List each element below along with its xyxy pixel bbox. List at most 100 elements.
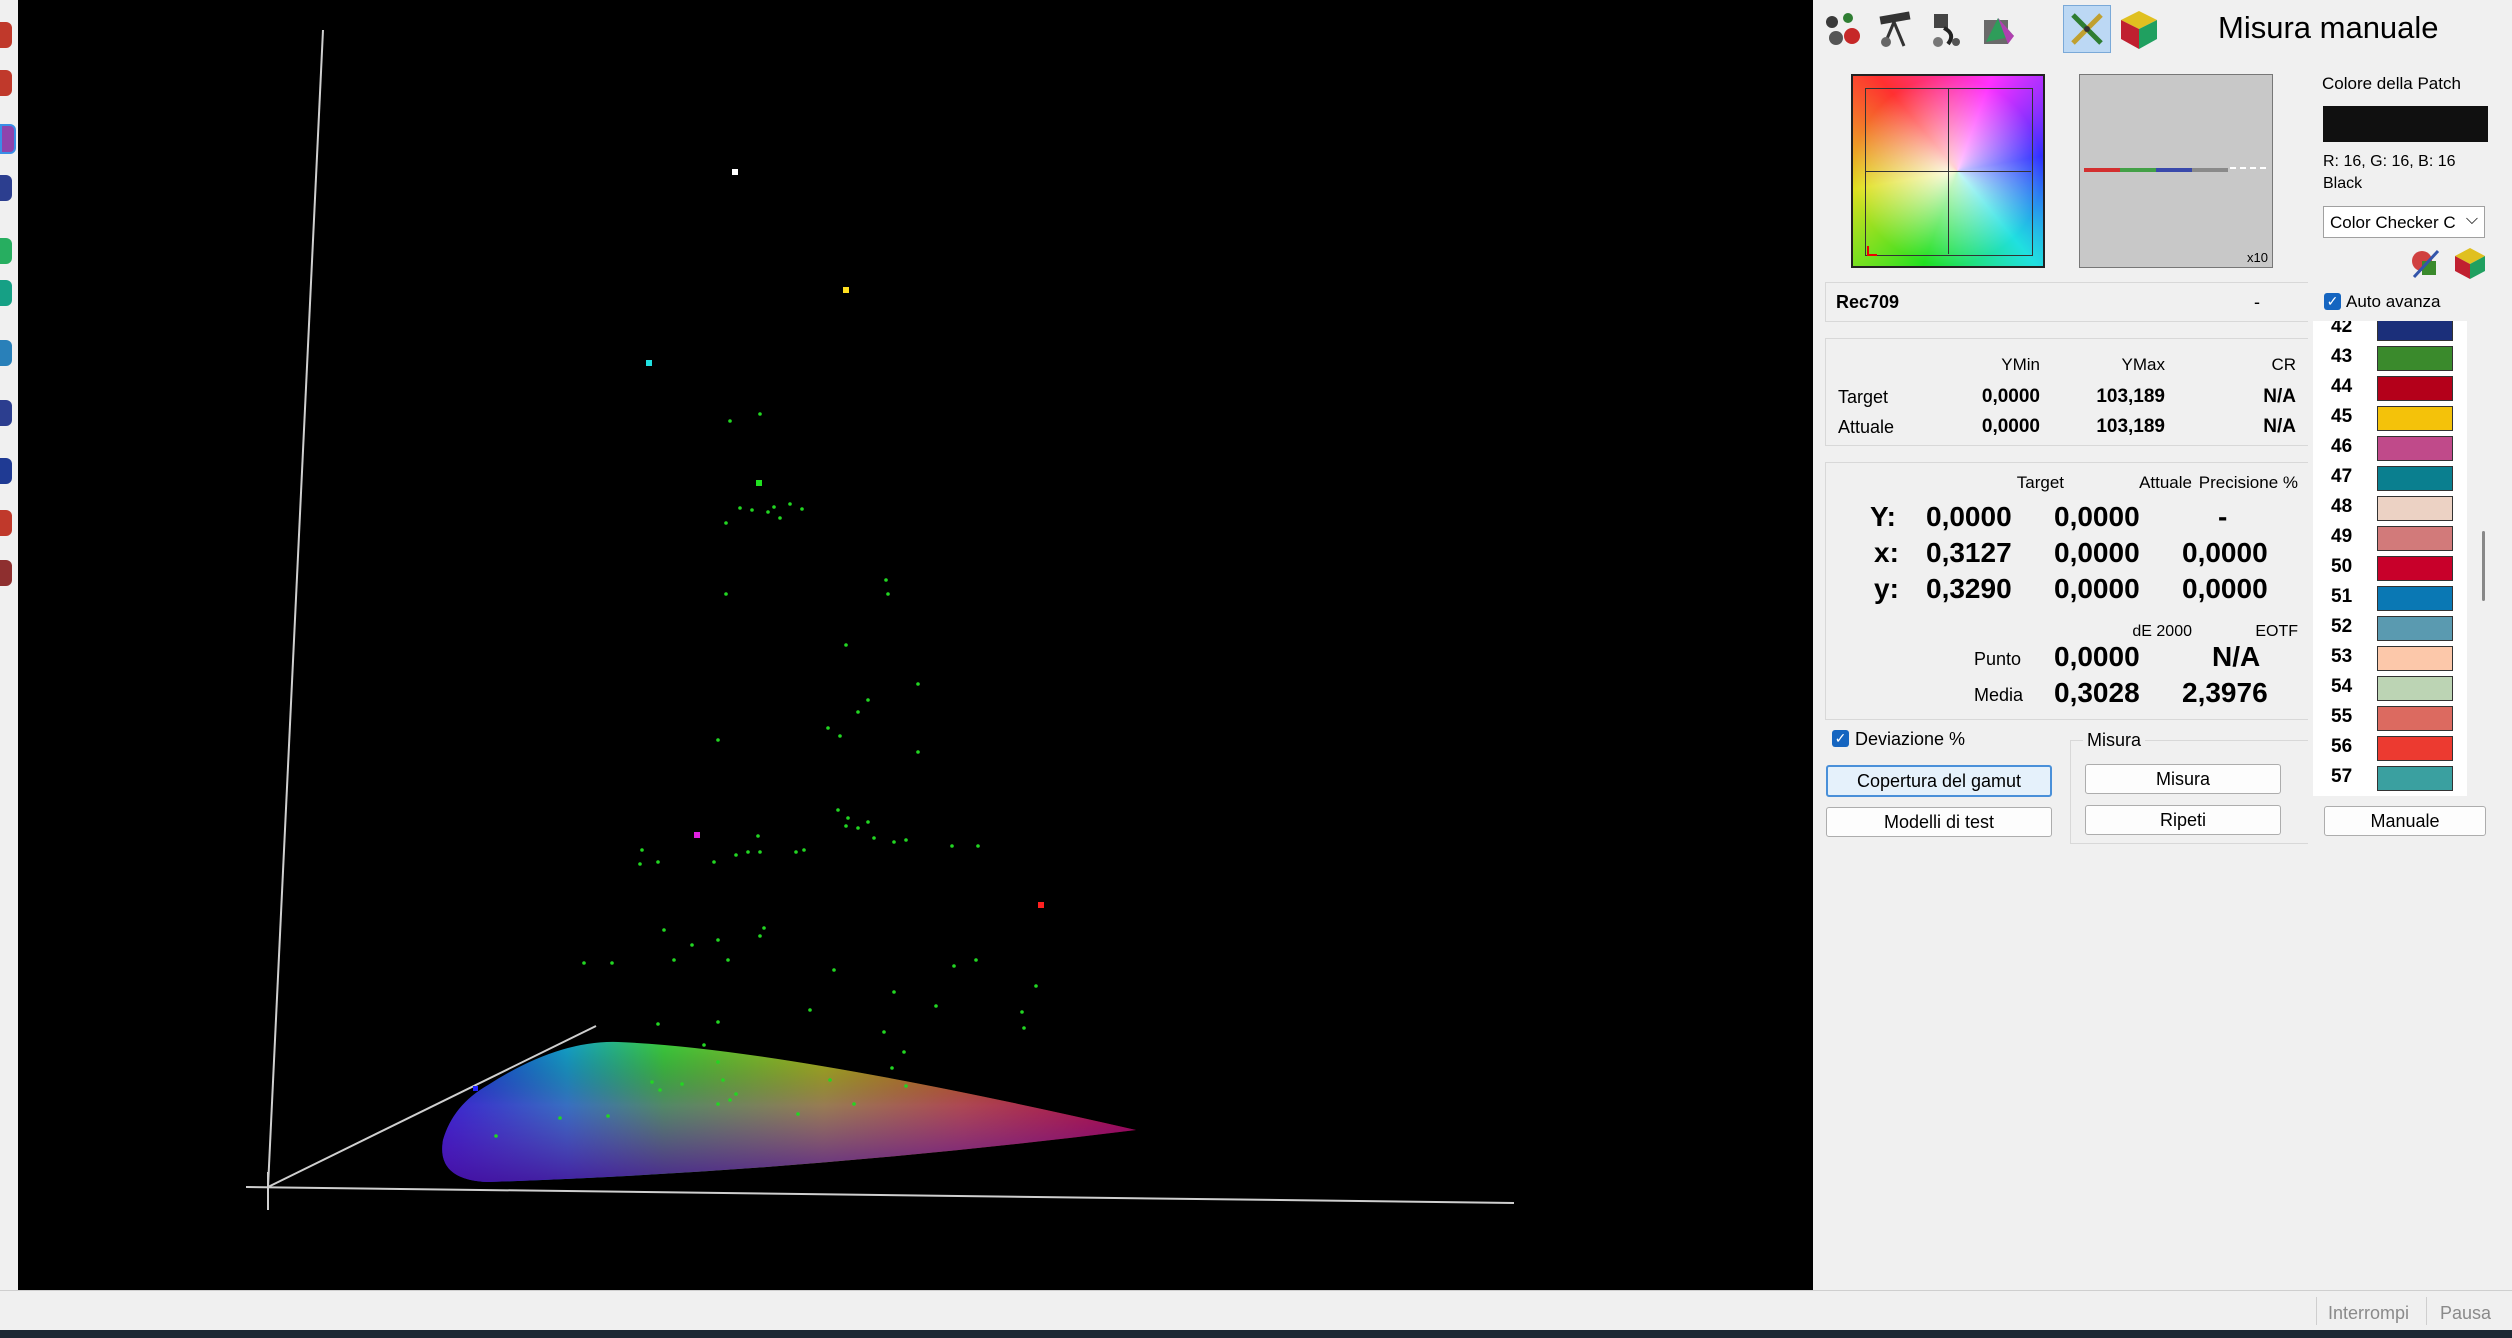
patch-swatch: [2377, 736, 2453, 761]
measurement-dot: [796, 1112, 800, 1116]
measurement-dot: [728, 1098, 732, 1102]
rgb-balance-graph: x10: [2079, 74, 2273, 268]
blue-point-marker: [473, 1086, 478, 1091]
measurement-dot: [756, 834, 760, 838]
list-item[interactable]: 45: [2313, 403, 2467, 433]
patch-number: 47: [2331, 466, 2353, 487]
tool-icon[interactable]: [0, 340, 12, 366]
measurement-dot: [852, 1102, 856, 1106]
stop-button[interactable]: Interrompi: [2328, 1303, 2409, 1324]
tool-icon[interactable]: [0, 70, 12, 96]
pause-button[interactable]: Pausa: [2440, 1303, 2491, 1324]
tool-icon[interactable]: [0, 510, 12, 536]
colored-dots-icon[interactable]: [1819, 5, 1867, 53]
gamut-box-icon[interactable]: [1975, 5, 2023, 53]
list-item[interactable]: 44: [2313, 373, 2467, 403]
tool-icon[interactable]: [0, 238, 12, 264]
patch-number: 56: [2331, 736, 2353, 757]
target-Y: 0,0000: [1926, 501, 2012, 532]
measurement-dot: [758, 412, 762, 416]
patch-cube-icon[interactable]: [2452, 245, 2488, 281]
tool-icon[interactable]: [0, 560, 12, 586]
patch-list[interactable]: 42 43 44 45 46 47 48 49 50 51 52 53 54 55 56 57: [2313, 321, 2467, 796]
measurement-dot: [856, 826, 860, 830]
measurement-dot: [844, 824, 848, 828]
col-header: Attuale: [2139, 473, 2192, 492]
list-item[interactable]: 51: [2313, 583, 2467, 613]
measure-button[interactable]: Misura: [2085, 764, 2281, 794]
measurement-dot: [724, 592, 728, 596]
measurement-dot: [904, 838, 908, 842]
measurement-dot: [976, 844, 980, 848]
measurement-dot: [844, 643, 848, 647]
list-item[interactable]: 56: [2313, 733, 2467, 763]
measurement-dot: [662, 928, 666, 932]
precision-y: 0,0000: [2182, 573, 2268, 604]
list-item[interactable]: 43: [2313, 343, 2467, 373]
list-item[interactable]: 52: [2313, 613, 2467, 643]
measurement-dot: [680, 1082, 684, 1086]
manual-button[interactable]: Manuale: [2324, 806, 2486, 836]
magenta-point-marker: [694, 832, 700, 838]
y-axis-line: [267, 29, 324, 1188]
patch-name: Black: [2323, 175, 2363, 192]
gamut-3d-viewport[interactable]: [18, 0, 1813, 1290]
patch-number: 46: [2331, 436, 2353, 457]
patch-number: 44: [2331, 376, 2353, 397]
list-item[interactable]: 47: [2313, 463, 2467, 493]
tool-icon[interactable]: [0, 458, 12, 484]
actual-ymax: 103,189: [2096, 416, 2165, 437]
auto-advance-checkbox[interactable]: ✓: [2324, 293, 2341, 310]
patch-swatch: [2377, 676, 2453, 701]
patch-swatch: [2377, 586, 2453, 611]
gamut-3d-plot: [245, 29, 1515, 1210]
list-item[interactable]: 49: [2313, 523, 2467, 553]
list-item[interactable]: 50: [2313, 553, 2467, 583]
yellow-point-marker: [843, 287, 849, 293]
rgb-cube-icon[interactable]: [2115, 5, 2163, 53]
measurement-dot: [750, 508, 754, 512]
actual-x: 0,0000: [2054, 537, 2140, 568]
test-models-button[interactable]: Modelli di test: [1826, 807, 2052, 837]
row-label: Media: [1974, 685, 2024, 705]
list-item[interactable]: 57: [2313, 763, 2467, 793]
patch-swatch: [2377, 496, 2453, 521]
target-cr: N/A: [2263, 386, 2296, 407]
patch-color-swatch: [2323, 106, 2488, 142]
pencil-icon[interactable]: [2063, 5, 2111, 53]
tool-icon[interactable]: [0, 280, 12, 306]
x-axis-line: [245, 1186, 1515, 1204]
measurement-dot: [836, 808, 840, 812]
measurement-dot: [952, 964, 956, 968]
measurement-dot: [758, 850, 762, 854]
tool-icon[interactable]: [0, 124, 16, 154]
zoom-label: x10: [2247, 250, 2268, 265]
list-item[interactable]: 42: [2313, 321, 2467, 343]
list-item[interactable]: 54: [2313, 673, 2467, 703]
telescope-icon[interactable]: [1871, 5, 1919, 53]
repeat-button[interactable]: Ripeti: [2085, 805, 2281, 835]
deviation-checkbox[interactable]: ✓: [1832, 730, 1849, 747]
measurement-dot: [656, 860, 660, 864]
patch-number: 48: [2331, 496, 2353, 517]
list-item[interactable]: 46: [2313, 433, 2467, 463]
tool-icon[interactable]: [0, 175, 12, 201]
patch-set-dropdown[interactable]: Color Checker C ⌵: [2323, 206, 2485, 238]
measurement-dot: [788, 502, 792, 506]
left-toolbar-strip: [0, 0, 18, 1290]
measurement-dot: [712, 860, 716, 864]
list-item[interactable]: 55: [2313, 703, 2467, 733]
patch-list-scrollbar[interactable]: [2478, 321, 2488, 796]
list-item[interactable]: 48: [2313, 493, 2467, 523]
target-y: 0,3290: [1926, 573, 2012, 604]
probe-icon[interactable]: [1923, 5, 1971, 53]
list-item[interactable]: 53: [2313, 643, 2467, 673]
measurement-dot: [802, 848, 806, 852]
tool-icon[interactable]: [0, 400, 12, 426]
add-patch-icon[interactable]: [2408, 247, 2442, 281]
gamut-coverage-button[interactable]: Copertura del gamut: [1826, 765, 2052, 797]
tool-icon[interactable]: [0, 22, 12, 48]
measurement-dot: [778, 516, 782, 520]
measurement-dot: [808, 1008, 812, 1012]
red-point-marker: [1038, 902, 1044, 908]
